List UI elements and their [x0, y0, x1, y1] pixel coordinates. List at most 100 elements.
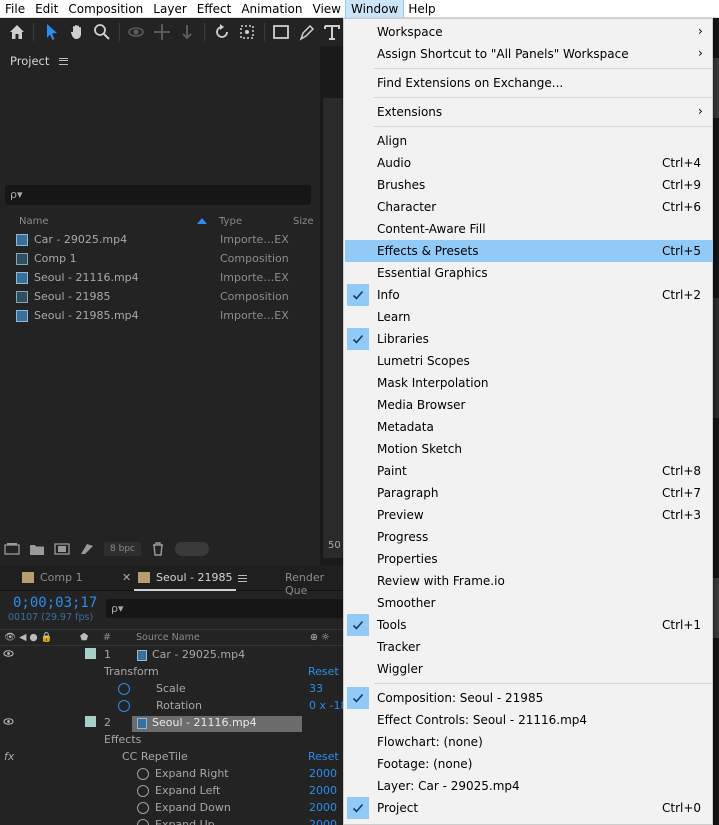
timeline-property-row[interactable]: fx CC RepeTile Reset	[0, 749, 343, 766]
name-column-header[interactable]: Name	[19, 216, 49, 227]
panel-menu-icon[interactable]	[238, 575, 247, 582]
menu-item-learn[interactable]: Learn	[345, 306, 713, 328]
menu-item-tracker[interactable]: Tracker	[345, 636, 713, 658]
menu-composition[interactable]: Composition	[63, 0, 148, 18]
reset-link[interactable]: Reset	[308, 750, 339, 763]
project-item[interactable]: Seoul - 21985.mp4 Importe…EX	[14, 307, 314, 326]
source-name-header[interactable]: Source Name	[136, 632, 200, 643]
delete-icon[interactable]	[150, 542, 166, 556]
menu-view[interactable]: View	[308, 0, 346, 18]
reset-link[interactable]: Reset	[308, 665, 339, 678]
menu-item-extensions[interactable]: Extensions ›	[345, 101, 713, 123]
menu-item-wiggler[interactable]: Wiggler	[345, 658, 713, 680]
hand-tool-icon[interactable]	[66, 21, 87, 43]
orbit-tool-icon[interactable]	[126, 21, 147, 43]
menu-item-effects-presets[interactable]: Effects & Presets Ctrl+5	[345, 240, 713, 262]
menu-item-layer-car-29025-mp4[interactable]: Layer: Car - 29025.mp4	[345, 775, 713, 797]
menu-item-find-extensions-on-exchange[interactable]: Find Extensions on Exchange...	[345, 72, 713, 94]
project-item[interactable]: Seoul - 21985 Composition	[14, 288, 314, 307]
type-tool-icon[interactable]	[322, 21, 343, 43]
menu-item-composition-seoul-21985[interactable]: Composition: Seoul - 21985	[345, 687, 713, 709]
panel-menu-icon[interactable]	[59, 57, 69, 65]
layer-source-name[interactable]: Car - 29025.mp4	[132, 648, 302, 664]
property-value[interactable]: 33	[309, 682, 323, 695]
menu-window[interactable]: Window	[344, 0, 405, 19]
menu-effect[interactable]: Effect	[192, 0, 237, 18]
timeline-layer-row[interactable]: 1 Car - 29025.mp4	[0, 647, 343, 664]
type-column-header[interactable]: Type	[219, 216, 242, 227]
tab-render-queue[interactable]: Render Que	[285, 571, 343, 597]
menu-item-mask-interpolation[interactable]: Mask Interpolation	[345, 372, 713, 394]
menu-item-character[interactable]: Character Ctrl+6	[345, 196, 713, 218]
timeline-property-row[interactable]: Expand Down 2000	[0, 800, 343, 817]
stopwatch-icon[interactable]	[118, 700, 130, 712]
property-value[interactable]: 0 x -18	[309, 699, 347, 712]
stopwatch-icon[interactable]	[137, 785, 149, 797]
menu-item-essential-graphics[interactable]: Essential Graphics	[345, 262, 713, 284]
pan-tool-icon[interactable]	[151, 21, 172, 43]
timeline-property-row[interactable]: Rotation 0 x -18	[0, 698, 347, 715]
project-settings-icon[interactable]	[79, 542, 95, 556]
new-folder-icon[interactable]	[29, 542, 45, 556]
menu-animation[interactable]: Animation	[236, 0, 307, 18]
menu-item-smoother[interactable]: Smoother	[345, 592, 713, 614]
menu-item-tools[interactable]: Tools Ctrl+1	[345, 614, 713, 636]
current-time-display[interactable]: 0;00;03;17	[13, 595, 97, 611]
menu-item-review-with-frame-io[interactable]: Review with Frame.io	[345, 570, 713, 592]
pen-tool-icon[interactable]	[296, 21, 317, 43]
stopwatch-icon[interactable]	[137, 768, 149, 780]
project-item[interactable]: Seoul - 21116.mp4 Importe…EX	[14, 269, 314, 288]
menu-item-brushes[interactable]: Brushes Ctrl+9	[345, 174, 713, 196]
property-value[interactable]: 2000	[309, 784, 337, 797]
menu-item-lumetri-scopes[interactable]: Lumetri Scopes	[345, 350, 713, 372]
new-composition-icon[interactable]	[54, 542, 70, 556]
menu-item-media-browser[interactable]: Media Browser	[345, 394, 713, 416]
menu-item-content-aware-fill[interactable]: Content-Aware Fill	[345, 218, 713, 240]
zoom-field[interactable]: 50	[326, 538, 343, 556]
close-icon[interactable]: ✕	[122, 571, 131, 584]
menu-item-libraries[interactable]: Libraries	[345, 328, 713, 350]
menu-layer[interactable]: Layer	[148, 0, 191, 18]
home-icon[interactable]	[6, 21, 27, 43]
dolly-tool-icon[interactable]	[176, 21, 197, 43]
property-value[interactable]: 2000	[309, 767, 337, 780]
menu-item-assign-shortcut-to-all-panels-workspace[interactable]: Assign Shortcut to "All Panels" Workspac…	[345, 43, 713, 65]
menu-file[interactable]: File	[0, 0, 30, 18]
property-value[interactable]: 2000	[309, 818, 337, 825]
menu-item-flowchart-none[interactable]: Flowchart: (none)	[345, 731, 713, 753]
menu-help[interactable]: Help	[403, 0, 440, 18]
menu-edit[interactable]: Edit	[30, 0, 63, 18]
timeline-layer-row[interactable]: 2 Seoul - 21116.mp4	[0, 715, 343, 732]
project-panel-tab[interactable]: Project	[10, 54, 69, 68]
menu-item-effect-controls-seoul-21116-mp4[interactable]: Effect Controls: Seoul - 21116.mp4	[345, 709, 713, 731]
menu-item-paragraph[interactable]: Paragraph Ctrl+7	[345, 482, 713, 504]
project-item[interactable]: Car - 29025.mp4 Importe…EX	[14, 231, 314, 250]
timeline-property-row[interactable]: Expand Left 2000	[0, 783, 343, 800]
menu-item-workspace[interactable]: Workspace ›	[345, 21, 713, 43]
layer-label-color[interactable]	[85, 648, 96, 659]
menu-item-paint[interactable]: Paint Ctrl+8	[345, 460, 713, 482]
menu-item-properties[interactable]: Properties	[345, 548, 713, 570]
menu-item-project[interactable]: Project Ctrl+0	[345, 797, 713, 819]
visibility-eye-icon[interactable]	[3, 648, 14, 659]
menu-item-info[interactable]: Info Ctrl+2	[345, 284, 713, 306]
menu-item-align[interactable]: Align	[345, 130, 713, 152]
stopwatch-icon[interactable]	[137, 819, 149, 825]
menu-item-metadata[interactable]: Metadata	[345, 416, 713, 438]
size-column-header[interactable]: Size	[293, 216, 314, 227]
rotate-tool-icon[interactable]	[211, 21, 232, 43]
fx-icon[interactable]: fx	[4, 750, 14, 763]
project-item[interactable]: Comp 1 Composition	[14, 250, 314, 269]
timeline-property-row[interactable]: Scale 33	[0, 681, 343, 698]
visibility-eye-icon[interactable]	[3, 716, 14, 727]
selection-tool-icon[interactable]	[40, 21, 61, 43]
menu-item-motion-sketch[interactable]: Motion Sketch	[345, 438, 713, 460]
tab-comp-1[interactable]: Comp 1	[22, 571, 83, 584]
stopwatch-icon[interactable]	[118, 683, 130, 695]
pan-behind-tool-icon[interactable]	[236, 21, 257, 43]
menu-item-footage-none[interactable]: Footage: (none)	[345, 753, 713, 775]
layer-label-color[interactable]	[85, 716, 96, 727]
timeline-property-row[interactable]: Expand Up 2000	[0, 817, 343, 825]
timeline-search-input[interactable]: ρ▾	[106, 599, 343, 618]
menu-item-preview[interactable]: Preview Ctrl+3	[345, 504, 713, 526]
